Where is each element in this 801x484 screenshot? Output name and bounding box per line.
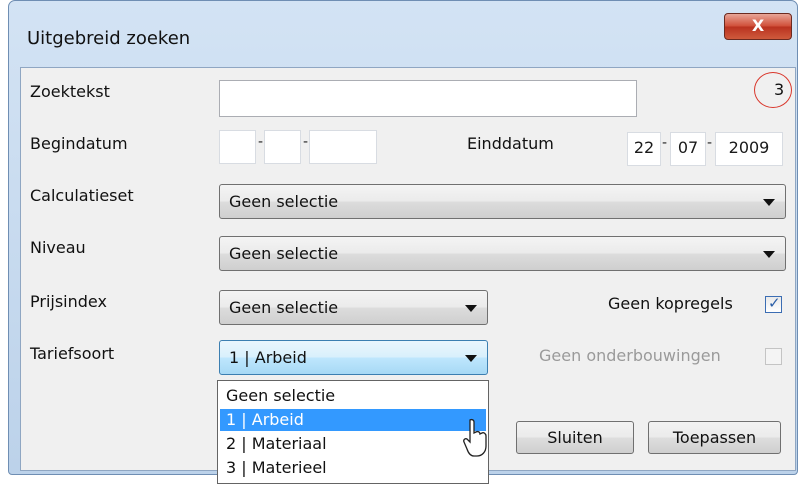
dropdown-option[interactable]: Geen selectie — [220, 385, 486, 407]
checkmark-icon: ✓ — [768, 294, 781, 312]
result-counter: 3 — [774, 80, 785, 99]
geen-onderbouwingen-checkbox[interactable] — [765, 348, 782, 365]
zoektekst-input[interactable] — [219, 80, 637, 117]
close-icon: X — [751, 16, 765, 35]
geen-kopregels-checkbox[interactable]: ✓ — [765, 294, 782, 313]
zoektekst-label: Zoektekst — [30, 82, 110, 101]
dropdown-option-selected[interactable]: 1 | Arbeid — [220, 409, 486, 431]
chevron-down-icon — [763, 251, 775, 258]
begindatum-label: Begindatum — [30, 134, 128, 153]
calculatieset-value: Geen selectie — [229, 192, 339, 211]
einddatum-day-input[interactable]: 22 — [627, 132, 661, 166]
date-separator: - — [707, 135, 713, 151]
hand-pointer-icon — [463, 418, 487, 457]
tariefsoort-value: 1 | Arbeid — [229, 348, 307, 367]
tariefsoort-select[interactable]: 1 | Arbeid — [219, 340, 488, 375]
prijsindex-value: Geen selectie — [229, 298, 339, 317]
einddatum-label: Einddatum — [467, 134, 554, 153]
prijsindex-label: Prijsindex — [30, 292, 107, 311]
calculatieset-label: Calculatieset — [30, 186, 134, 205]
geen-onderbouwingen-label: Geen onderbouwingen — [539, 346, 721, 365]
dropdown-option[interactable]: 2 | Materiaal — [220, 433, 486, 455]
dropdown-option[interactable]: 3 | Materieel — [220, 457, 486, 479]
window-title: Uitgebreid zoeken — [27, 28, 191, 49]
annotation-circle — [754, 72, 792, 108]
date-separator: - — [662, 135, 668, 151]
niveau-label: Niveau — [30, 238, 86, 257]
chevron-down-icon — [763, 199, 775, 206]
prijsindex-select[interactable]: Geen selectie — [219, 290, 488, 325]
chevron-down-icon — [465, 355, 477, 362]
einddatum-month-input[interactable]: 07 — [670, 132, 706, 166]
date-separator: - — [258, 134, 264, 150]
begindatum-day-input[interactable] — [219, 130, 256, 164]
close-button[interactable]: X — [724, 13, 792, 40]
tariefsoort-dropdown-list: Geen selectie 1 | Arbeid 2 | Materiaal 3… — [217, 380, 489, 484]
geen-kopregels-label: Geen kopregels — [608, 294, 733, 313]
begindatum-month-input[interactable] — [264, 130, 301, 164]
chevron-down-icon — [465, 305, 477, 312]
date-separator: - — [303, 134, 309, 150]
einddatum-year-input[interactable]: 2009 — [715, 132, 783, 166]
niveau-select[interactable]: Geen selectie — [219, 236, 786, 271]
toepassen-button[interactable]: Toepassen — [648, 421, 781, 454]
calculatieset-select[interactable]: Geen selectie — [219, 184, 786, 219]
niveau-value: Geen selectie — [229, 244, 339, 263]
sluiten-button[interactable]: Sluiten — [516, 421, 634, 454]
tariefsoort-label: Tariefsoort — [30, 344, 115, 363]
begindatum-year-input[interactable] — [309, 130, 377, 164]
